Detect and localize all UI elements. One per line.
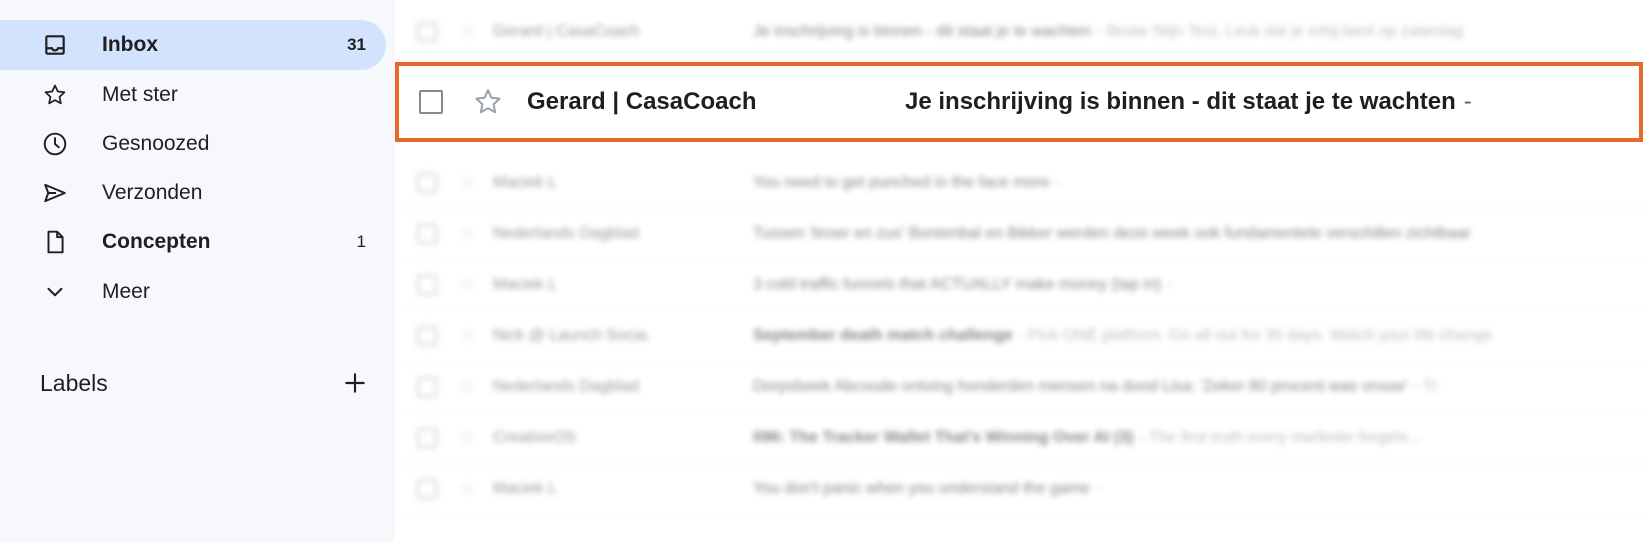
row-checkbox[interactable]: [419, 90, 443, 114]
star-icon[interactable]: ☆: [459, 478, 479, 499]
sidebar-item-label: Inbox: [102, 33, 158, 56]
star-icon[interactable]: ☆: [459, 427, 479, 448]
draft-count: 1: [356, 232, 366, 251]
highlighted-email-row[interactable]: Gerard | CasaCoach Je inschrijving is bi…: [395, 62, 1643, 142]
email-snippet: -: [1055, 173, 1061, 191]
star-icon[interactable]: ☆: [459, 223, 479, 244]
sidebar-item-drafts[interactable]: Concepten 1: [0, 217, 386, 267]
row-checkbox[interactable]: [417, 21, 437, 42]
row-checkbox[interactable]: [417, 376, 437, 397]
email-snippet: - Pick ONE platform. Go all out for 30 d…: [1018, 326, 1493, 344]
row-checkbox[interactable]: [417, 223, 437, 244]
add-label-button[interactable]: [340, 368, 370, 398]
sidebar-item-label: Verzonden: [102, 181, 203, 204]
star-icon[interactable]: ☆: [459, 172, 479, 193]
email-sender: Gerard | CasaCoach: [493, 22, 640, 40]
email-subject: Dorpsbeek Abcoude ontving honderden mens…: [753, 377, 1408, 395]
email-row[interactable]: ☆ Maciek L 3 cold traffic funnels that A…: [395, 259, 1645, 311]
email-sender: CreativeOS: [493, 428, 576, 446]
email-snippet: - Tr: [1413, 377, 1438, 395]
email-row[interactable]: ☆ Gerard | CasaCoach Je inschrijving is …: [395, 6, 1645, 58]
sidebar-item-sent[interactable]: Verzonden: [0, 168, 386, 218]
plus-icon: [345, 373, 365, 393]
sidebar-item-label: Concepten: [102, 230, 211, 253]
email-sender: Nederlands Dagblad: [493, 224, 639, 242]
email-row[interactable]: ☆ CreativeOS 096: The Tracker Wallet Tha…: [395, 412, 1645, 464]
email-row[interactable]: ☆ Nederlands Dagblad Tussen 'broer en zu…: [395, 208, 1645, 260]
star-icon[interactable]: ☆: [459, 325, 479, 346]
email-row[interactable]: ☆ Nederlands Dagblad Dorpsbeek Abcoude o…: [395, 361, 1645, 413]
sidebar: Inbox 31 Met ster Gesnoozed Verzonden Co…: [0, 0, 390, 542]
inbox-icon: [40, 30, 70, 60]
email-subject: Je inschrijving is binnen - dit staat je…: [753, 22, 1091, 40]
unread-count: 31: [347, 35, 366, 54]
email-snippet: - Beste Stijn Test, Leuk dat je erbij be…: [1096, 22, 1464, 40]
star-icon[interactable]: ☆: [459, 274, 479, 295]
email-subject: September death match challenge: [753, 326, 1013, 344]
sidebar-item-starred[interactable]: Met ster: [0, 70, 386, 120]
sidebar-item-label: Meer: [102, 280, 150, 303]
row-checkbox[interactable]: [417, 427, 437, 448]
email-sender: Nick @ Launch Socia.: [493, 326, 651, 344]
email-subject: Je inschrijving is binnen - dit staat je…: [905, 88, 1456, 115]
send-icon: [40, 178, 70, 208]
sidebar-item-inbox[interactable]: Inbox 31: [0, 20, 386, 70]
email-snippet: -: [1095, 479, 1102, 497]
email-sender: Gerard | CasaCoach: [527, 88, 757, 115]
email-sender: Maciek L: [493, 173, 558, 191]
snippet-separator: -: [1463, 88, 1472, 115]
labels-title: Labels: [40, 369, 108, 396]
sidebar-item-label: Met ster: [102, 83, 178, 106]
star-icon[interactable]: ☆: [459, 376, 479, 397]
email-sender: Maciek L: [493, 275, 558, 293]
email-snippet: - The first truth every marketer forgets…: [1139, 428, 1421, 446]
row-checkbox[interactable]: [417, 274, 437, 295]
sidebar-item-label: Gesnoozed: [102, 132, 210, 155]
clock-icon: [40, 129, 70, 159]
labels-section-header: Labels: [40, 368, 370, 398]
email-row[interactable]: ☆ Maciek L You don't panic when you unde…: [395, 463, 1645, 515]
star-icon: [40, 80, 70, 110]
email-sender: Maciek L: [493, 479, 558, 497]
row-checkbox[interactable]: [417, 325, 437, 346]
email-snippet: -: [1167, 275, 1173, 293]
row-checkbox[interactable]: [417, 478, 437, 499]
email-sender: Nederlands Dagblad: [493, 377, 639, 395]
email-subject: You need to get punched in the face more: [753, 173, 1050, 191]
email-subject: 096: The Tracker Wallet That's Winning O…: [753, 428, 1134, 446]
sidebar-item-more[interactable]: Meer: [0, 267, 386, 317]
sidebar-item-snoozed[interactable]: Gesnoozed: [0, 119, 386, 169]
row-checkbox[interactable]: [417, 172, 437, 193]
draft-icon: [40, 227, 70, 257]
email-subject: You don't panic when you understand the …: [753, 479, 1090, 497]
email-row[interactable]: ☆ Maciek L You need to get punched in th…: [395, 157, 1645, 209]
email-row[interactable]: ☆ Nick @ Launch Socia. September death m…: [395, 310, 1645, 362]
email-subject: Tussen 'broer en zus' Bontenbal en Bikke…: [753, 224, 1471, 242]
chevron-down-icon: [40, 277, 70, 307]
star-icon[interactable]: [471, 85, 505, 119]
email-subject: 3 cold traffic funnels that ACTUALLY mak…: [753, 275, 1162, 293]
star-icon[interactable]: ☆: [459, 21, 479, 42]
